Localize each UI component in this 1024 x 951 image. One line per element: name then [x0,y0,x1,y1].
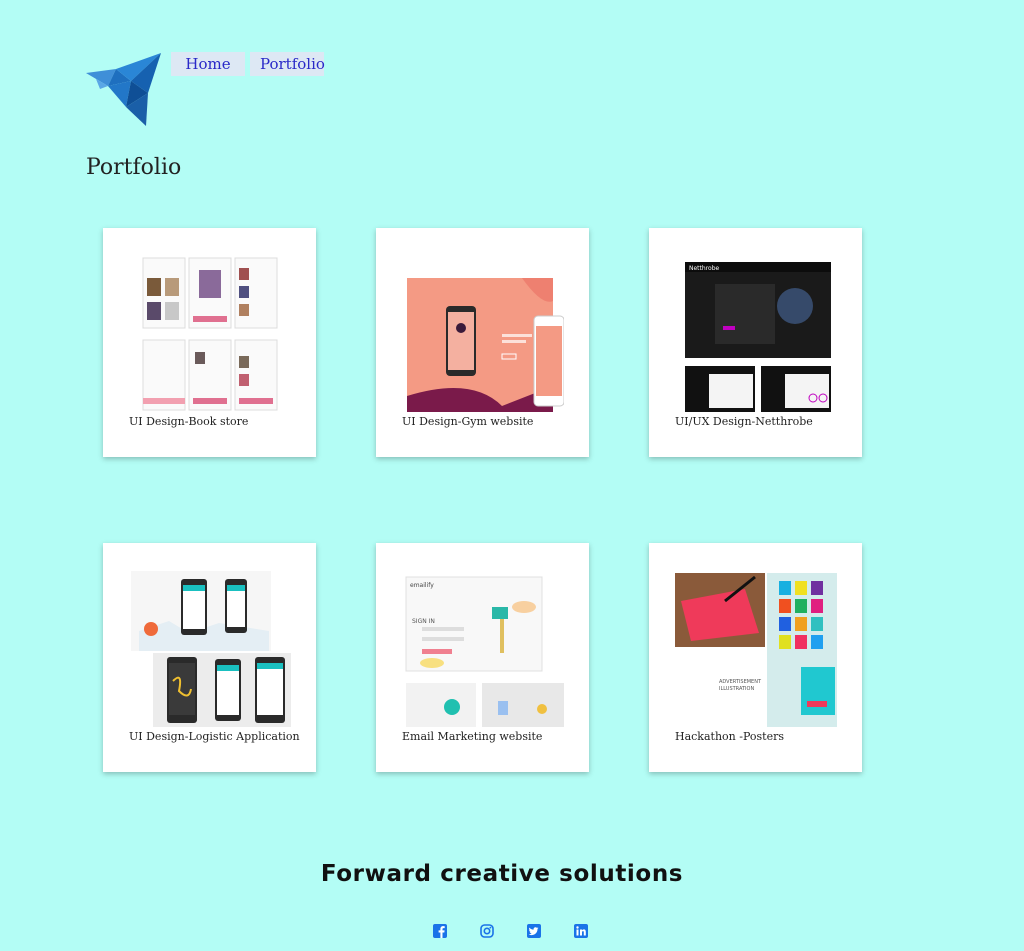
svg-text:ILLUSTRATION: ILLUSTRATION [719,686,754,692]
page-title: Portfolio [86,155,182,180]
card-caption: UI Design-Logistic Application [129,730,300,743]
hackathon-posters-thumbnail: ADVERTISEMENT ILLUSTRATION [675,573,837,727]
portfolio-card-netthrobe[interactable]: Netthrobe UI/UX Design-Netthrobe [649,228,862,457]
twitter-icon[interactable] [527,924,541,938]
netthrobe-thumbnail: Netthrobe [685,262,831,412]
card-caption: Email Marketing website [402,730,543,743]
portfolio-card-book-store[interactable]: UI Design-Book store [103,228,316,457]
instagram-icon[interactable] [480,924,494,938]
svg-text:SIGN IN: SIGN IN [412,618,435,625]
svg-text:emailify: emailify [410,582,434,589]
card-caption: Hackathon -Posters [675,730,785,743]
linkedin-icon[interactable] [574,924,588,938]
card-caption: UI/UX Design-Netthrobe [675,415,813,428]
footer-tagline: Forward creative solutions [320,861,684,887]
card-caption: UI Design-Book store [129,415,249,428]
portfolio-card-email-marketing[interactable]: emailify SIGN IN Email Marketing website [376,543,589,772]
nav-portfolio-link[interactable]: Portfolio [250,52,325,76]
svg-text:Netthrobe: Netthrobe [689,265,720,272]
svg-text:ADVERTISEMENT: ADVERTISEMENT [719,679,762,685]
portfolio-card-gym-website[interactable]: UI Design-Gym website [376,228,589,457]
email-marketing-thumbnail: emailify SIGN IN [405,576,564,727]
gym-website-thumbnail [407,278,564,412]
main-nav: Home Portfolio [171,52,325,76]
portfolio-card-hackathon-posters[interactable]: ADVERTISEMENT ILLUSTRATION Hackathon -Po… [649,543,862,772]
logistic-app-thumbnail [131,571,291,727]
card-caption: UI Design-Gym website [402,415,534,428]
portfolio-card-logistic-app[interactable]: UI Design-Logistic Application [103,543,316,772]
nav-home-link[interactable]: Home [171,52,245,76]
social-links [433,924,588,938]
origami-bird-logo [86,53,161,126]
facebook-icon[interactable] [433,924,447,938]
book-store-thumbnail [142,257,278,411]
